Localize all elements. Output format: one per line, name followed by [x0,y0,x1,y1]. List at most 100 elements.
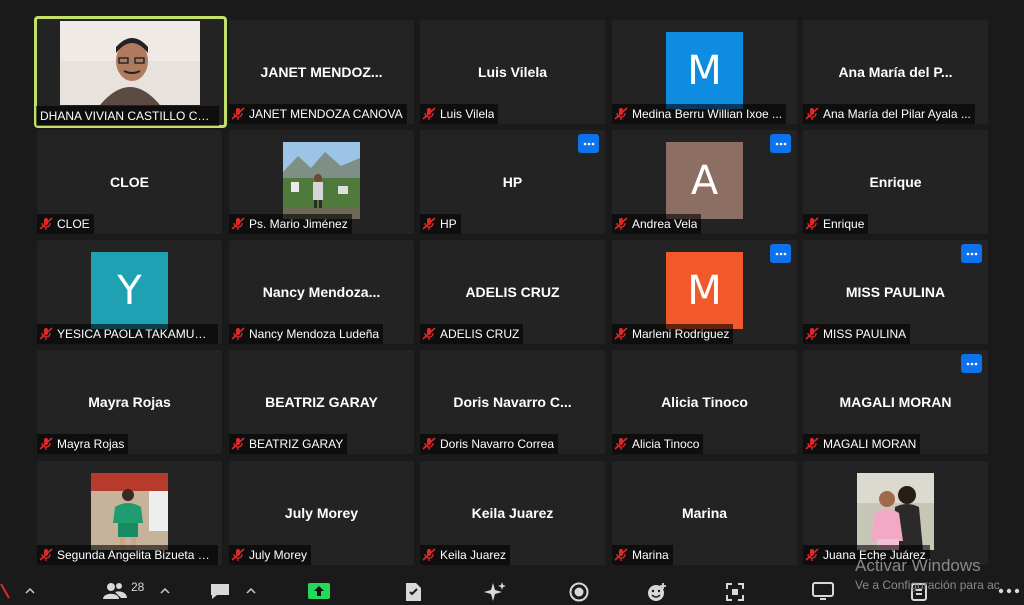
participant-tile[interactable]: Ana María del P... Ana María del Pilar Ay… [803,20,988,124]
muted-mic-icon [805,107,823,121]
reactions-button[interactable] [646,582,668,602]
participant-display-name: JANET MENDOZ... [260,64,383,80]
participant-name-label: YESICA PAOLA TAKAMURA ... [37,324,218,344]
participant-name-label: Andrea Vela [612,214,702,234]
participant-tile[interactable]: MISS PAULINA MISS PAULINA [803,240,988,344]
participant-name: CLOE [57,217,90,231]
participant-display-name: BEATRIZ GARAY [265,394,378,410]
captions-button[interactable] [910,582,928,602]
participant-display-name: Nancy Mendoza... [262,284,381,300]
participant-name: Andrea Vela [632,217,698,231]
muted-mic-icon [614,107,632,121]
participant-tile[interactable]: JANET MENDOZ... JANET MENDOZA CANOVA [229,20,414,124]
participant-tile[interactable]: Juana Eche Juárez [803,461,988,565]
participants-chevron-icon[interactable] [160,587,170,595]
muted-mic-icon [39,437,57,451]
participant-tile[interactable]: ADELIS CRUZ ADELIS CRUZ [420,240,605,344]
participant-name-label: Luis Vilela [420,104,499,124]
audio-options-chevron-icon[interactable] [25,587,35,595]
participant-tile[interactable]: M Medina Berru Willian Ixoe ... [612,20,797,124]
participant-tile[interactable]: Doris Navarro C... Doris Navarro Correa [420,350,605,454]
gallery-grid: DHANA VIVIAN CASTILLO CO... JANET MENDOZ.… [0,0,1024,575]
chat-chevron-icon[interactable] [246,587,256,595]
participant-tile[interactable]: July Morey July Morey [229,461,414,565]
muted-mic-icon [614,437,632,451]
apps-button[interactable] [725,582,745,602]
muted-mic-icon [422,437,440,451]
participant-tile[interactable]: HP HP [420,130,605,234]
ellipsis-icon[interactable] [770,134,791,153]
avatar: M [666,32,743,109]
participant-name: Marina [632,548,669,562]
participant-tile[interactable]: Y YESICA PAOLA TAKAMURA ... [37,240,222,344]
participant-name: Mayra Rojas [57,437,125,451]
record-icon [569,582,589,602]
participant-name-label: Juana Eche Juárez [803,545,930,565]
video-feed [60,21,200,105]
participant-display-name: Enrique [869,174,922,190]
ellipsis-icon[interactable] [770,244,791,263]
participant-name: JANET MENDOZA CANOVA [249,107,403,121]
muted-mic-icon [805,437,823,451]
participant-name-label: Alicia Tinoco [612,434,704,454]
participant-name-label: Doris Navarro Correa [420,434,559,454]
participant-name-label: MISS PAULINA [803,324,911,344]
chat-icon [211,584,229,599]
share-screen-button[interactable] [307,582,331,600]
participant-tile[interactable]: CLOE CLOE [37,130,222,234]
muted-mic-icon [805,327,823,341]
participant-display-name: HP [502,174,523,190]
participant-name: YESICA PAOLA TAKAMURA ... [57,327,214,341]
participants-button[interactable]: 28 [103,580,144,600]
muted-mic-icon [422,548,440,562]
more-options-icon[interactable] [998,588,1022,594]
participant-name-label: HP [420,214,461,234]
whiteboard-button[interactable] [812,582,834,600]
participant-name-label: Marleni Rodriguez [612,324,734,344]
participant-tile[interactable]: Segunda Angelita Bizueta L... [37,461,222,565]
ellipsis-icon[interactable] [578,134,599,153]
profile-photo [283,142,360,219]
muted-mic-icon [231,327,249,341]
participant-tile[interactable]: Enrique Enrique [803,130,988,234]
participant-tile[interactable]: Ps. Mario Jiménez [229,130,414,234]
participant-name: Luis Vilela [440,107,495,121]
participant-name-label: CLOE [37,214,94,234]
participant-tile[interactable]: Marina Marina [612,461,797,565]
avatar: Y [91,252,168,329]
muted-mic-icon [614,548,632,562]
participant-tile[interactable]: BEATRIZ GARAY BEATRIZ GARAY [229,350,414,454]
participant-name: Marleni Rodriguez [632,327,730,341]
muted-mic-icon [422,217,440,231]
smiley-icon [648,583,666,601]
participant-name: ADELIS CRUZ [440,327,520,341]
muted-mic-icon [39,548,57,562]
muted-mic-icon [614,327,632,341]
muted-mic-icon [422,327,440,341]
participant-tile[interactable]: Luis Vilela Luis Vilela [420,20,605,124]
chat-button[interactable] [209,582,231,600]
participant-name: Alicia Tinoco [632,437,700,451]
sparkle-icon [484,582,506,601]
mute-icon[interactable] [0,582,10,600]
ai-companion-button[interactable] [484,582,506,602]
participant-tile[interactable]: Mayra Rojas Mayra Rojas [37,350,222,454]
record-button[interactable] [569,582,589,602]
participant-tile[interactable]: M Marleni Rodriguez [612,240,797,344]
participant-tile[interactable]: MAGALI MORAN MAGALI MORAN [803,350,988,454]
notes-button[interactable] [403,582,423,602]
participant-name: Ps. Mario Jiménez [249,217,348,231]
participant-name: Nancy Mendoza Ludeña [249,327,380,341]
active-speaker-tile[interactable]: DHANA VIVIAN CASTILLO CO... [34,16,227,128]
participant-display-name: Doris Navarro C... [453,394,572,410]
notes-icon [406,583,421,601]
participant-tile[interactable]: Keila Juarez Keila Juarez [420,461,605,565]
participant-tile[interactable]: Nancy Mendoza... Nancy Mendoza Ludeña [229,240,414,344]
participant-tile[interactable]: Alicia Tinoco Alicia Tinoco [612,350,797,454]
participant-tile[interactable]: A Andrea Vela [612,130,797,234]
participant-name: Keila Juarez [440,548,507,562]
ellipsis-icon[interactable] [961,354,982,373]
participant-name-label: Medina Berru Willian Ixoe ... [612,104,787,124]
whiteboard-icon [812,582,834,600]
ellipsis-icon[interactable] [961,244,982,263]
